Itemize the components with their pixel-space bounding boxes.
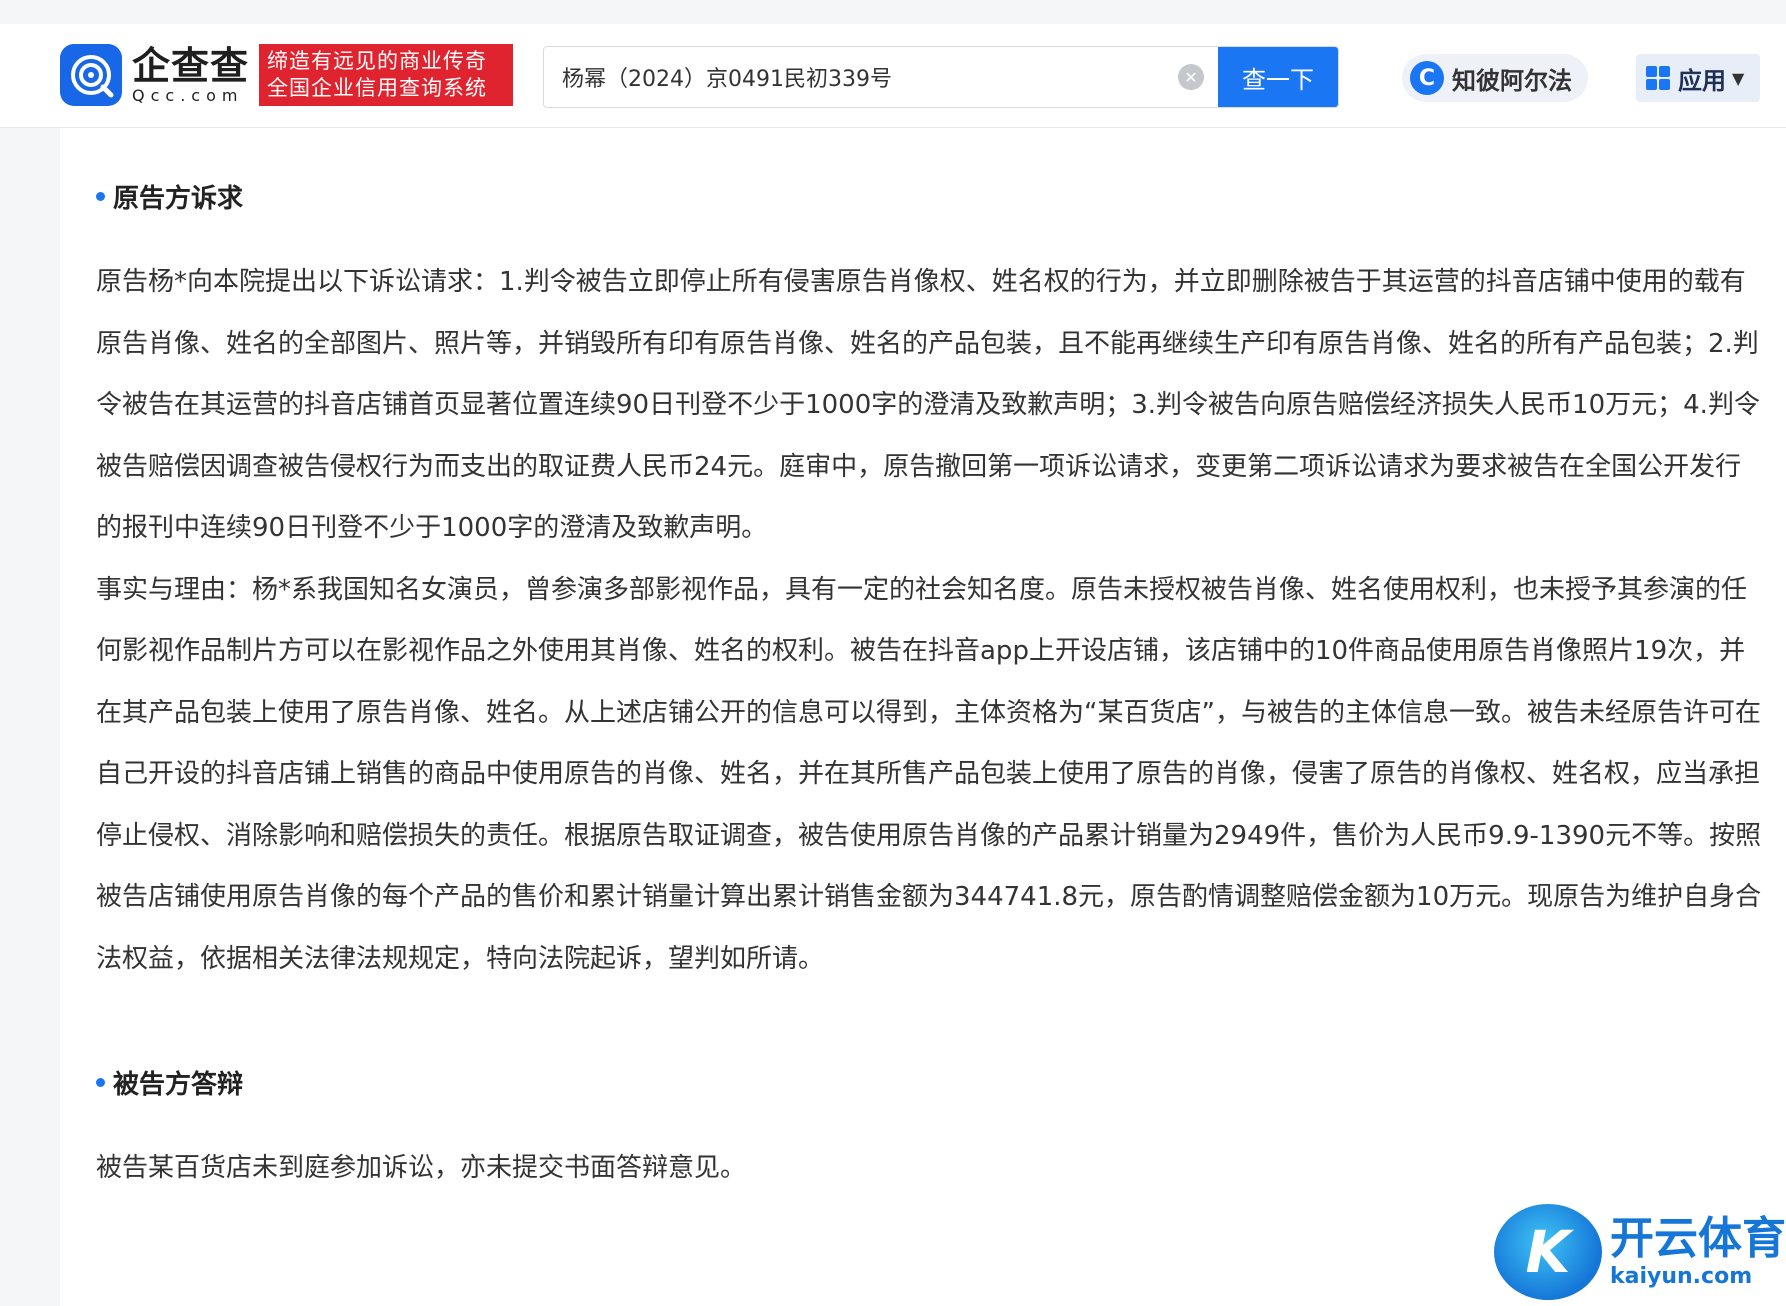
slogan-banner: 缔造有远见的商业传奇 全国企业信用查询系统 [259, 44, 514, 106]
bullet-dot [96, 1077, 105, 1087]
logo-en-text: Qcc.com [132, 86, 244, 105]
judgment-content: 原告方诉求 原告杨*向本院提出以下诉讼请求：1.判令被告立即停止所有侵害原告肖像… [96, 128, 1766, 1200]
slogan-line1: 缔造有远见的商业传奇 [267, 49, 488, 73]
watermark-en: kaiyun.com [1610, 1264, 1753, 1289]
section-title-plaintiff: 原告方诉求 [96, 176, 1766, 216]
apps-label: 应用 [1678, 66, 1726, 95]
plaintiff-facts-paragraph: 事实与理由：杨*系我国知名女演员，曾参演多部影视作品，具有一定的社会知名度。原告… [96, 574, 1762, 974]
zhibi-alpha-button[interactable]: C 知彼阿尔法 [1402, 54, 1588, 102]
top-header: 企查查 Qcc.com 缔造有远见的商业传奇 全国企业信用查询系统 ✕ 查一下 … [0, 0, 1786, 128]
chevron-down-icon: ▼ [1732, 68, 1745, 88]
search-box: ✕ 查一下 [543, 46, 1339, 108]
kaiyun-watermark: K 开云体育 kaiyun.com [1494, 1204, 1786, 1300]
kaiyun-logo-icon: K [1494, 1204, 1602, 1300]
bullet-dot [96, 191, 105, 201]
section-title-defendant: 被告方答辩 [96, 1062, 1766, 1102]
section-title-text: 被告方答辩 [113, 1069, 244, 1100]
search-button[interactable]: 查一下 [1218, 47, 1338, 107]
zhibi-alpha-label: 知彼阿尔法 [1452, 66, 1572, 95]
slogan-line2: 全国企业信用查询系统 [267, 76, 488, 100]
search-input[interactable] [544, 47, 1178, 107]
apps-menu-button[interactable]: 应用 ▼ [1636, 54, 1760, 102]
plaintiff-claims-paragraph: 原告杨*向本院提出以下诉讼请求：1.判令被告立即停止所有侵害原告肖像权、姓名权的… [96, 267, 1760, 543]
defendant-reply-paragraph: 被告某百货店未到庭参加诉讼，亦未提交书面答辩意见。 [96, 1153, 747, 1183]
logo-cn-text: 企查查 [132, 44, 250, 88]
qcc-logo-icon [60, 44, 122, 106]
watermark-cn: 开云体育 [1610, 1213, 1786, 1264]
qcc-logo[interactable]: 企查查 Qcc.com 缔造有远见的商业传奇 全国企业信用查询系统 [60, 44, 514, 106]
section-title-text: 原告方诉求 [113, 183, 244, 214]
clear-icon[interactable]: ✕ [1178, 64, 1204, 90]
left-gutter [0, 128, 60, 1306]
apps-grid-icon [1646, 66, 1670, 90]
zhibi-alpha-icon: C [1410, 61, 1444, 95]
